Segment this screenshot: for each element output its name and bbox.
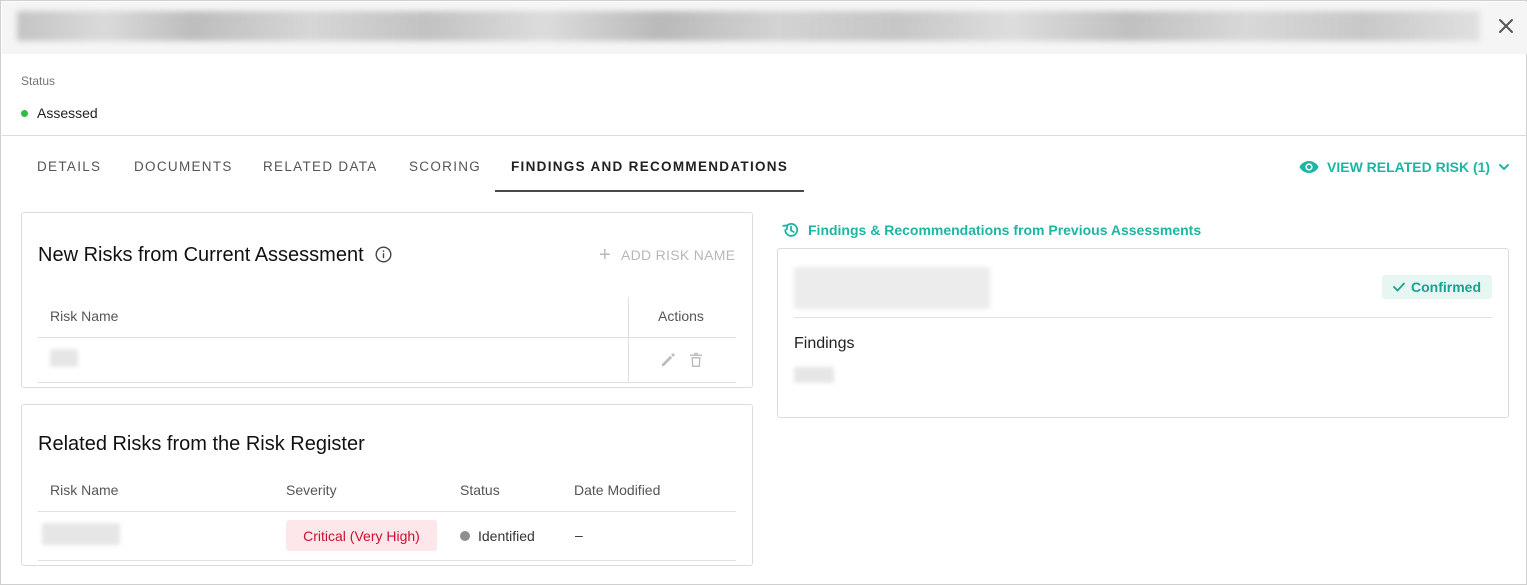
column-header-status: Status: [460, 482, 500, 498]
card-divider: [794, 317, 1492, 318]
findings-label: Findings: [794, 335, 855, 352]
column-header-date-modified: Date Modified: [574, 482, 661, 498]
column-header-actions: Actions: [658, 308, 704, 324]
view-related-risk-button[interactable]: VIEW RELATED RISK (1): [1299, 159, 1510, 175]
related-risks-title: Related Risks from the Risk Register: [38, 433, 365, 455]
confirmed-badge-text: Confirmed: [1411, 279, 1481, 295]
close-icon: [1499, 19, 1513, 33]
column-header-severity: Severity: [286, 482, 337, 498]
status-dot: [460, 531, 470, 541]
trash-icon[interactable]: [689, 352, 703, 368]
status-text: Assessed: [37, 105, 98, 121]
risk-status: Identified: [460, 528, 535, 544]
dialog-header: [2, 2, 1527, 54]
divider: [2, 135, 1527, 136]
active-tab-indicator: [495, 190, 804, 192]
column-header-risk-name: Risk Name: [50, 482, 119, 498]
check-icon: [1393, 282, 1405, 292]
status-value: Assessed: [21, 105, 98, 121]
row-divider: [38, 382, 736, 383]
view-related-risk-label: VIEW RELATED RISK (1): [1327, 159, 1491, 175]
redacted-title: [17, 11, 1480, 41]
redacted-risk-name: [50, 349, 78, 367]
header-row-divider: [38, 511, 736, 512]
new-risks-title-text: New Risks from Current Assessment: [38, 244, 364, 266]
new-risks-card: New Risks from Current Assessment + ADD …: [21, 212, 753, 388]
related-risks-card: Related Risks from the Risk Register Ris…: [21, 404, 753, 566]
date-modified-cell: –: [575, 527, 583, 543]
previous-assessment-card: Confirmed Findings: [777, 248, 1509, 418]
tab-documents[interactable]: DOCUMENTS: [134, 159, 233, 174]
previous-assessments-heading[interactable]: Findings & Recommendations from Previous…: [782, 221, 1201, 239]
severity-badge: Critical (Very High): [286, 520, 437, 551]
new-risks-title: New Risks from Current Assessment: [38, 244, 392, 267]
pencil-icon[interactable]: [660, 352, 676, 368]
redacted-findings-text: [794, 367, 834, 383]
tab-details[interactable]: DETAILS: [37, 159, 101, 174]
column-divider: [628, 297, 629, 383]
status-dot: [21, 109, 28, 117]
status-label: Status: [21, 74, 56, 88]
chevron-down-icon: [1499, 164, 1510, 171]
close-button[interactable]: [1492, 12, 1520, 40]
risk-status-text: Identified: [478, 528, 535, 544]
header-row-divider: [38, 337, 736, 338]
history-icon: [782, 223, 799, 237]
add-risk-name-label: ADD RISK NAME: [620, 247, 736, 263]
info-icon[interactable]: [375, 246, 392, 263]
tab-related-data[interactable]: RELATED DATA: [263, 159, 378, 174]
column-header-risk-name: Risk Name: [50, 308, 119, 324]
dialog: Status Assessed DETAILS DOCUMENTS RELATE…: [0, 0, 1527, 585]
eye-icon: [1299, 161, 1319, 173]
redacted-risk-name[interactable]: [42, 523, 120, 545]
previous-assessments-heading-text: Findings & Recommendations from Previous…: [808, 222, 1202, 238]
tab-scoring[interactable]: SCORING: [409, 159, 481, 174]
tab-findings-and-recommendations[interactable]: FINDINGS AND RECOMMENDATIONS: [511, 159, 788, 174]
row-divider: [38, 560, 736, 561]
confirmed-badge: Confirmed: [1382, 275, 1492, 299]
plus-icon: +: [599, 244, 611, 266]
add-risk-name-button[interactable]: + ADD RISK NAME: [599, 244, 736, 266]
redacted-assessment-name: [794, 267, 990, 309]
